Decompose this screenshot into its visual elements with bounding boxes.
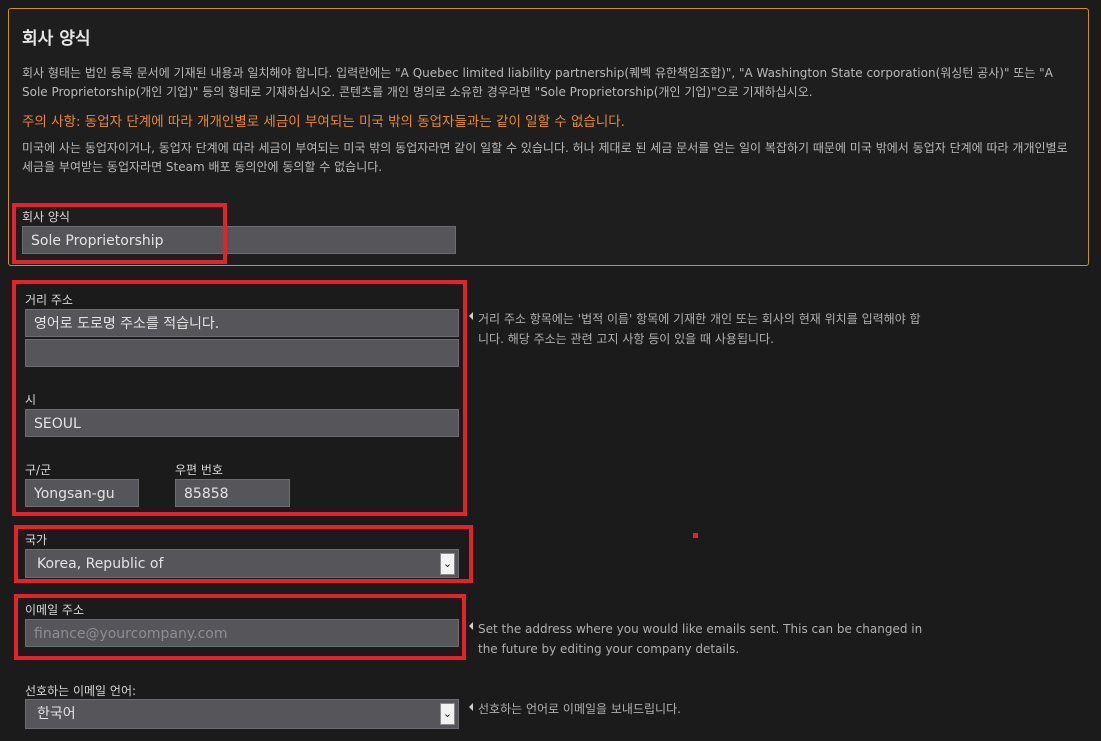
triangle-left-icon: [469, 703, 473, 711]
red-marker: [693, 533, 698, 538]
email-highlight: [14, 594, 466, 660]
company-form-highlight: [12, 203, 227, 264]
company-form-description: 회사 형태는 법인 등록 문서에 기재된 내용과 일치해야 합니다. 입력란에는…: [22, 66, 1053, 99]
triangle-left-icon: [469, 312, 473, 320]
section-title: 회사 양식: [22, 29, 91, 49]
address-highlight: [12, 280, 467, 516]
language-hint: 선호하는 언어로 이메일을 보내드립니다.: [478, 702, 681, 716]
email-hint: Set the address where you would like ema…: [478, 622, 923, 656]
partnership-description: 미국에 사는 동업자이거나, 동업자 단계에 따라 세금이 부여되는 미국 밖의…: [22, 141, 1068, 174]
country-highlight: [14, 525, 473, 583]
language-label: 선호하는 이메일 언어:: [25, 684, 137, 698]
warning-text: 주의 사항: 동업자 단계에 따라 개개인별로 세금이 부여되는 미국 밖의 동…: [22, 114, 625, 130]
language-select[interactable]: 한국어 ⌄: [25, 699, 459, 729]
triangle-left-icon: [469, 622, 473, 630]
chevron-down-icon[interactable]: ⌄: [440, 703, 455, 725]
language-selected-value: 한국어: [37, 706, 76, 722]
street-address-hint: 거리 주소 항목에는 '법적 이름' 항목에 기재한 개인 또는 회사의 현재 …: [478, 312, 921, 346]
